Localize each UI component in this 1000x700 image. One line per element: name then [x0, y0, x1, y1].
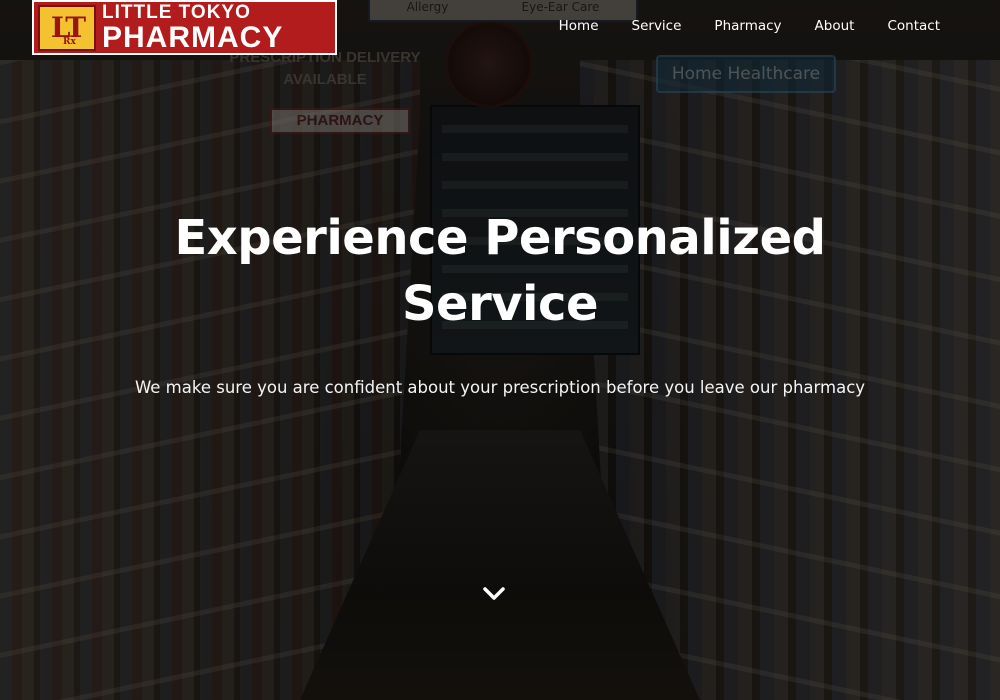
logo-name-line2: PHARMACY — [102, 20, 284, 54]
logo-mark: LT Rx — [38, 4, 96, 51]
nav-service[interactable]: Service — [632, 18, 682, 34]
hero-title-line1: Experience Personalized — [174, 210, 826, 266]
main-navigation: Home Service Pharmacy About Contact — [526, 18, 940, 34]
chevron-down-icon — [483, 587, 505, 600]
nav-pharmacy[interactable]: Pharmacy — [714, 18, 781, 34]
scroll-down-button[interactable] — [480, 582, 508, 606]
site-logo[interactable]: LT Rx LITTLE TOKYO PHARMACY — [32, 0, 337, 55]
hero-subtitle: We make sure you are confident about you… — [134, 378, 866, 397]
nav-home[interactable]: Home — [559, 18, 599, 34]
nav-contact[interactable]: Contact — [887, 18, 940, 34]
hero-title-line2: Service — [401, 276, 599, 332]
logo-name-line1: LITTLE TOKYO — [102, 1, 251, 23]
logo-text: LITTLE TOKYO PHARMACY — [102, 3, 283, 53]
hero-title: Experience Personalized Service — [0, 205, 1000, 337]
logo-mark-rx: Rx — [63, 36, 76, 47]
nav-about[interactable]: About — [815, 18, 855, 34]
